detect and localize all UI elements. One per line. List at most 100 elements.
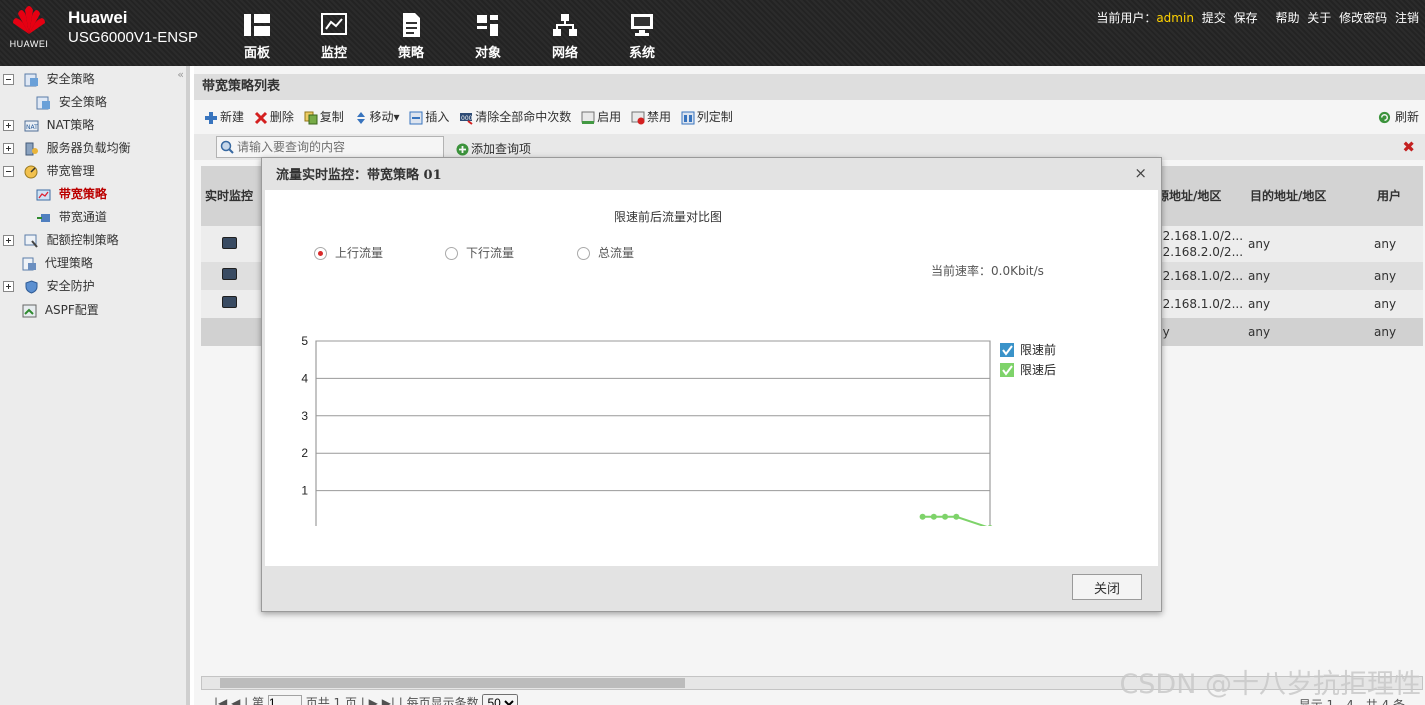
nav-policy[interactable]: 策略 [381,12,441,62]
save-link[interactable]: 保存 [1234,11,1258,25]
radio-downstream[interactable]: 下行流量 [445,244,514,261]
y-tick-label: 3 [301,409,308,423]
sidebar-item-security-policy[interactable]: 安全策略 [36,92,107,112]
collapse-icon[interactable] [3,166,14,177]
nav-label: 策略 [397,46,424,61]
server-icon [25,142,38,155]
expand-icon[interactable] [3,120,14,131]
sidebar-item-label: ASPF配置 [44,303,99,317]
top-header: HUAWEI Huawei USG6000V1-ENSP 面板 监控 策略 对象… [0,0,1425,66]
expand-icon[interactable] [3,235,14,246]
nav-monitor[interactable]: 监控 [304,12,364,62]
nav-label: 监控 [320,46,347,61]
nav-system[interactable]: 系统 [612,12,672,62]
chart-title: 限速前后流量对比图 [613,210,722,224]
close-button[interactable]: 关闭 [1072,574,1142,600]
plot-area [315,340,991,526]
dialog-title: 流量实时监控：带宽策略 01 [276,168,442,183]
radio-label: 总流量 [598,246,635,260]
sidebar-item-bandwidth-policy[interactable]: 带宽策略 [36,184,107,204]
monitor-chart-icon [321,13,347,35]
legend-label: 限速后 [1020,363,1056,377]
legend-label: 限速前 [1020,342,1056,357]
sidebar: « 安全策略 安全策略 NAT NAT策略 服务器负载均衡 带宽管理 带宽策略 … [0,66,190,705]
collapse-sidebar-icon[interactable]: « [177,68,184,81]
sidebar-item-aspf-config[interactable]: ASPF配置 [22,300,99,320]
sidebar-item-label: 安全防护 [46,279,95,293]
radio-total[interactable]: 总流量 [577,244,634,261]
nav-label: 网络 [551,46,578,61]
shield-icon [25,279,38,294]
sidebar-item-quota-control-policy[interactable]: 配额控制策略 [3,230,119,250]
collapse-icon[interactable] [3,74,14,85]
network-icon [553,14,577,36]
nav-dashboard[interactable]: 面板 [227,12,287,62]
y-tick-label: 1 [301,484,308,498]
legend-checkbox[interactable] [1000,343,1014,357]
policy-document-icon [403,13,420,37]
radio-dot[interactable] [577,247,590,260]
logout-link[interactable]: 注销 [1395,11,1419,25]
huawei-logo: HUAWEI [6,6,52,58]
top-links: 当前用户：admin 提交 保存 帮助 关于 修改密码 注销 [1092,9,1419,26]
sidebar-item-server-load-balancing[interactable]: 服务器负载均衡 [3,138,131,158]
dialog-body: 限速前后流量对比图 上行流量 下行流量 总流量 当前速率：0.0Kbit/s 1… [265,190,1158,566]
radio-upstream[interactable]: 上行流量 [314,244,383,261]
sidebar-item-nat-policy[interactable]: NAT NAT策略 [3,115,94,135]
sidebar-item-security-policy-group[interactable]: 安全策略 [3,69,95,89]
nav-network[interactable]: 网络 [535,12,595,62]
policy-icon [36,96,50,109]
quota-icon [24,234,38,248]
policy-icon [24,73,38,86]
brand-name: Huawei [68,8,128,27]
sidebar-item-label: 配额控制策略 [46,233,119,247]
current-user-name: admin [1156,11,1194,25]
dashboard-icon [244,14,270,36]
radio-dot[interactable] [314,247,327,260]
sidebar-item-label: NAT策略 [46,118,95,132]
device-name: USG6000V1-ENSP [68,29,199,46]
svg-text:NAT: NAT [26,124,38,131]
sidebar-item-proxy-policy[interactable]: 代理策略 [22,253,93,273]
sidebar-item-label: 服务器负载均衡 [46,141,131,155]
traffic-monitor-dialog: 流量实时监控：带宽策略 01 × 限速前后流量对比图 上行流量 下行流量 总流量… [261,157,1162,612]
sidebar-item-label: 带宽策略 [58,187,107,201]
sidebar-item-label: 带宽管理 [46,164,95,178]
change-password-link[interactable]: 修改密码 [1339,11,1387,25]
close-icon[interactable]: × [1134,164,1147,182]
sidebar-item-label: 带宽通道 [58,210,107,224]
about-link[interactable]: 关于 [1307,11,1331,25]
sidebar-item-security-protection[interactable]: 安全防护 [3,276,95,296]
help-link[interactable]: 帮助 [1275,11,1299,25]
bandwidth-gauge-icon [24,165,38,178]
submit-link[interactable]: 提交 [1202,11,1226,25]
y-tick-label: 5 [301,334,308,348]
sidebar-item-bandwidth-management[interactable]: 带宽管理 [3,161,95,181]
y-tick-label: 4 [301,371,308,385]
radio-label: 上行流量 [335,246,384,260]
nav-label: 对象 [474,46,501,61]
sidebar-item-label: 安全策略 [46,72,95,86]
watermark: CSDN @十八岁抗拒理性 [1119,669,1421,700]
radio-dot[interactable] [445,247,458,260]
legend-checkbox[interactable] [1000,363,1014,377]
aspf-icon [22,304,37,317]
current-user-label: 当前用户： [1096,11,1157,25]
nav-label: 面板 [243,46,270,61]
proxy-icon [22,257,36,270]
expand-icon[interactable] [3,281,14,292]
expand-icon[interactable] [3,143,14,154]
nav-object[interactable]: 对象 [458,12,518,62]
nat-icon: NAT [24,120,39,131]
nav-label: 系统 [628,46,655,61]
data-point [919,513,926,520]
data-point [953,513,960,520]
y-tick-label: 2 [301,446,308,460]
radio-label: 下行流量 [466,246,515,260]
sidebar-item-label: 代理策略 [44,256,93,270]
data-point [942,513,949,520]
logo-wordmark: HUAWEI [9,39,49,49]
system-computer-icon [631,14,653,36]
sidebar-item-bandwidth-channel[interactable]: 带宽通道 [36,207,107,227]
current-rate: 当前速率：0.0Kbit/s [931,264,1044,278]
